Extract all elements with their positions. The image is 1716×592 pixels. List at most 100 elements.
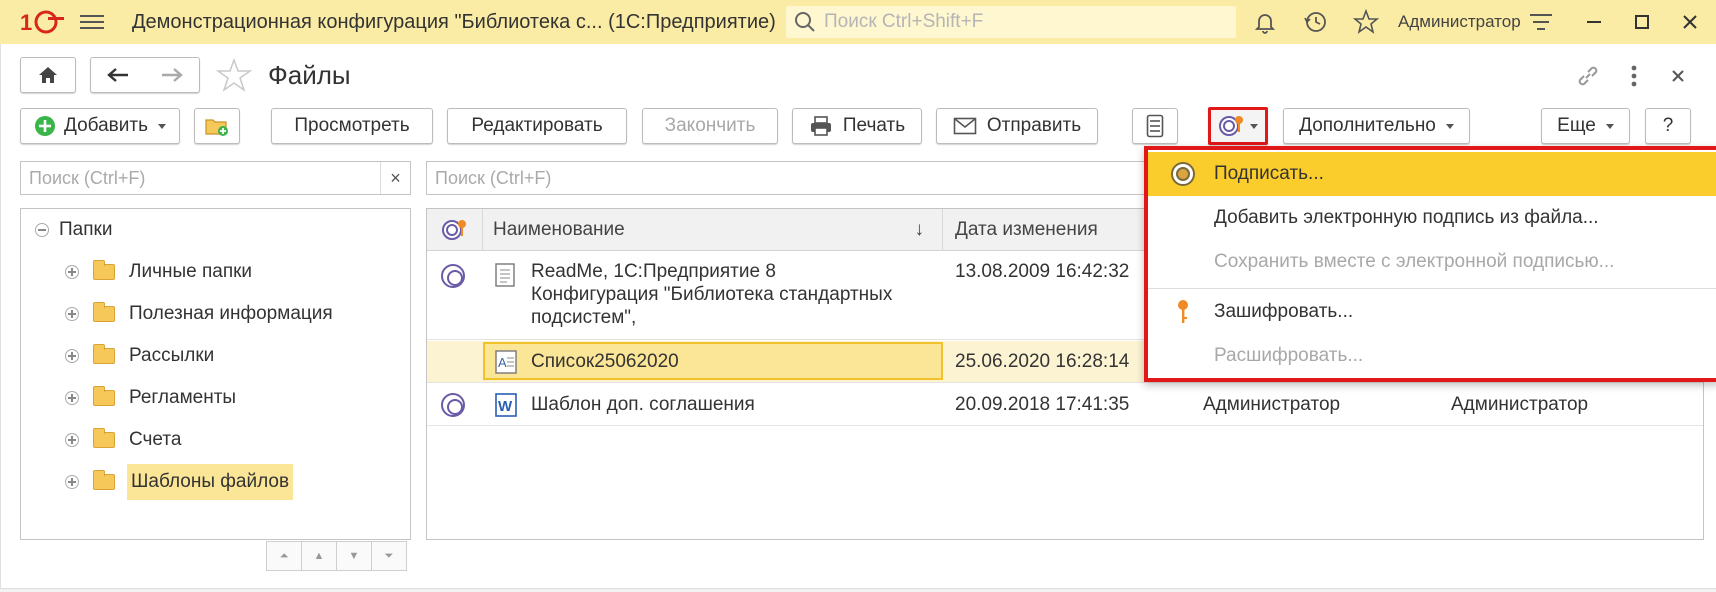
menu-item-decrypt[interactable]: Расшифровать... — [1148, 334, 1716, 378]
link-icon[interactable] — [1572, 60, 1604, 92]
maximize-icon[interactable] — [1628, 8, 1656, 36]
1c-logo-icon[interactable]: 1 — [20, 8, 66, 36]
forward-arrow-icon[interactable] — [160, 66, 184, 84]
home-icon — [39, 67, 57, 83]
home-button[interactable] — [20, 57, 76, 93]
modified-date: 25.06.2020 16:28:14 — [955, 351, 1130, 372]
printer-icon — [810, 116, 831, 136]
help-button[interactable]: ? — [1645, 108, 1691, 144]
tree-item-invoices[interactable]: Счета — [65, 422, 181, 458]
history-icon[interactable] — [1302, 8, 1330, 36]
menu-item-sign[interactable]: Подписать... — [1148, 152, 1716, 196]
menu-item-save-with-signature[interactable]: Сохранить вместе с электронной подписью.… — [1148, 240, 1716, 284]
global-search-placeholder: Поиск Ctrl+Shift+F — [824, 11, 984, 32]
tree-item-label: Полезная информация — [129, 303, 333, 324]
expand-icon[interactable] — [65, 475, 79, 489]
folder-icon — [93, 428, 115, 448]
signature-column-header[interactable] — [427, 209, 483, 251]
svg-text:A: A — [498, 355, 507, 370]
create-folder-button[interactable] — [194, 108, 240, 144]
signed-icon — [441, 393, 465, 417]
tree-item-useful[interactable]: Полезная информация — [65, 296, 333, 332]
tree-item-label: Регламенты — [129, 387, 237, 408]
svg-text:W: W — [498, 398, 513, 415]
send-button[interactable]: Отправить — [936, 108, 1098, 144]
print-button[interactable]: Печать — [792, 108, 922, 144]
scroll-top-button[interactable]: ⏶ — [266, 541, 302, 571]
author: Администратор — [1203, 394, 1341, 415]
add-button-label: Добавить — [64, 115, 148, 136]
list-search-placeholder: Поиск (Ctrl+F) — [435, 167, 552, 188]
bell-icon[interactable] — [1251, 8, 1279, 36]
sort-desc-icon: ↓ — [914, 219, 925, 240]
clear-search-button[interactable]: × — [380, 162, 410, 194]
more-button-label: Еще — [1557, 115, 1596, 136]
more-button[interactable]: Еще — [1541, 108, 1630, 144]
view-button[interactable]: Просмотреть — [271, 108, 433, 144]
folder-icon — [93, 302, 115, 322]
tree-item-mailings[interactable]: Рассылки — [65, 338, 214, 374]
hamburger-icon[interactable] — [80, 11, 104, 33]
menu-item-label: Сохранить вместе с электронной подписью.… — [1214, 251, 1615, 272]
table-row[interactable]: W Шаблон доп. соглашения 20.09.2018 17:4… — [427, 384, 1703, 426]
chevron-down-icon — [1605, 123, 1614, 129]
scroll-up-button[interactable]: ▲ — [301, 541, 337, 571]
tree-item-label: Рассылки — [129, 345, 215, 366]
global-search-input[interactable]: Поиск Ctrl+Shift+F — [786, 6, 1236, 38]
tree-item-personal[interactable]: Личные папки — [65, 254, 252, 290]
add-button[interactable]: Добавить — [20, 108, 180, 144]
digital-signature-button[interactable] — [1208, 107, 1268, 145]
folder-tree[interactable]: Папки Личные папки Полезная информация Р… — [20, 208, 411, 571]
expand-icon[interactable] — [65, 265, 79, 279]
close-form-icon[interactable] — [1662, 60, 1694, 92]
finish-editing-button[interactable]: Закончить — [642, 108, 778, 144]
name-column-header[interactable]: Наименование ↓ — [483, 209, 943, 251]
favorite-star-icon[interactable] — [215, 57, 253, 98]
menu-divider — [1148, 288, 1716, 289]
add-icon — [35, 116, 55, 136]
menu-item-add-signature-from-file[interactable]: Добавить электронную подпись из файла... — [1148, 196, 1716, 240]
menu-item-encrypt[interactable]: Зашифровать... — [1148, 290, 1716, 334]
list-search-input[interactable]: Поиск (Ctrl+F) — [426, 161, 1146, 195]
scroll-down-button[interactable]: ▼ — [336, 541, 372, 571]
close-window-icon[interactable] — [1676, 8, 1704, 36]
modified-date: 20.09.2018 17:41:35 — [955, 394, 1130, 415]
more-vert-icon[interactable] — [1618, 60, 1650, 92]
star-icon[interactable] — [1352, 8, 1380, 36]
tree-item-regulations[interactable]: Регламенты — [65, 380, 236, 416]
tree-item-label: Шаблоны файлов — [127, 464, 294, 500]
list-settings-button[interactable] — [1132, 108, 1178, 144]
minimize-icon[interactable] — [1580, 8, 1608, 36]
editor: Администратор — [1451, 394, 1589, 415]
title-bar: 1 Демонстрационная конфигурация "Библиот… — [0, 0, 1716, 44]
back-arrow-icon[interactable] — [106, 66, 130, 84]
scroll-bottom-button[interactable]: ⏷ — [371, 541, 407, 571]
spreadsheet-file-icon: A — [495, 350, 517, 374]
modified-date: 13.08.2009 16:42:32 — [955, 261, 1130, 282]
menu-item-label: Зашифровать... — [1214, 301, 1354, 322]
tree-item-label: Счета — [129, 429, 182, 450]
sliders-icon[interactable] — [1527, 8, 1555, 36]
chevron-down-icon — [1445, 123, 1454, 129]
expand-icon[interactable] — [65, 307, 79, 321]
signature-key-icon — [441, 220, 466, 240]
more-actions-button[interactable]: Дополнительно — [1283, 108, 1470, 144]
folder-icon — [93, 470, 115, 490]
tree-search-placeholder: Поиск (Ctrl+F) — [29, 167, 146, 188]
modified-column-label: Дата изменения — [955, 219, 1098, 240]
folder-add-icon — [205, 119, 228, 136]
expand-icon[interactable] — [65, 391, 79, 405]
text-file-icon — [495, 263, 515, 287]
tree-search-input[interactable]: Поиск (Ctrl+F) × — [20, 161, 411, 195]
folder-icon — [93, 260, 115, 280]
search-icon — [795, 12, 815, 32]
expand-icon[interactable] — [65, 349, 79, 363]
tree-root[interactable]: Папки — [35, 212, 112, 248]
key-icon — [1178, 300, 1188, 323]
tree-item-templates[interactable]: Шаблоны файлов — [65, 464, 294, 500]
edit-button[interactable]: Редактировать — [447, 108, 627, 144]
collapse-icon[interactable] — [35, 223, 49, 237]
file-name-line: ReadMe, 1С:Предприятие 8 — [531, 261, 776, 282]
expand-icon[interactable] — [65, 433, 79, 447]
user-name[interactable]: Администратор — [1398, 12, 1521, 32]
